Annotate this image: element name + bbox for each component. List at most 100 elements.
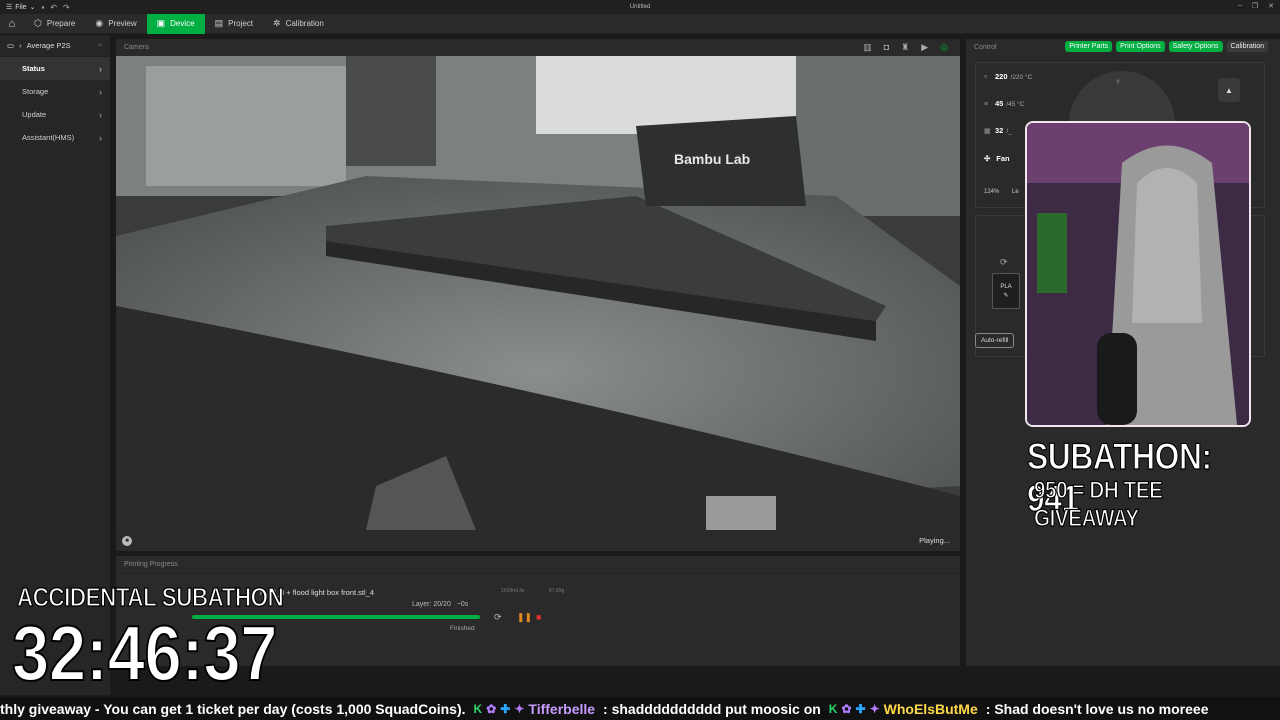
calibration-button[interactable]: Calibration: [1226, 41, 1268, 52]
tab-label: Prepare: [46, 19, 76, 28]
auto-refill-button[interactable]: Auto-refill: [975, 333, 1015, 348]
tab-label: Calibration: [285, 19, 324, 28]
chamber-icon: ▦: [984, 128, 991, 135]
redo-icon[interactable]: ↷: [63, 3, 70, 12]
maximize-icon[interactable]: ❐: [1252, 2, 1258, 10]
device-name: Average P2S: [26, 41, 71, 50]
bed-temp[interactable]: ≡ 45/45 °C: [984, 99, 1024, 108]
safety-options-button[interactable]: Safety Options: [1168, 41, 1223, 52]
tab-calibration[interactable]: ✲ Calibration: [263, 14, 334, 34]
timelapse-icon[interactable]: ♜: [901, 42, 909, 53]
camera-feed-image: Bambu Lab: [116, 56, 960, 530]
device-selector[interactable]: ▭ › Average P2S ≈: [0, 35, 110, 57]
menu-icon: ☰: [6, 4, 13, 11]
camera-header: Camera: [124, 44, 149, 51]
reprint-icon[interactable]: ⟳: [494, 612, 502, 623]
title-bar: ☰ File ⌄ ▪ ↶ ↷ Untitled – ❐ ✕: [0, 0, 1280, 14]
tab-project[interactable]: ▤ Project: [205, 14, 263, 34]
camera-icon[interactable]: ◘: [884, 42, 889, 53]
sidebar-item-label: Update: [22, 110, 47, 119]
ticker-message: : Shad doesn't love us no moreee: [985, 700, 1209, 717]
chevron-right-icon: ›: [99, 86, 102, 97]
speed-label: 124%: [984, 189, 1000, 195]
chevron-down-icon: ⌄: [29, 4, 36, 11]
ticker-message: thly giveaway - You can get 1 ticket per…: [0, 700, 466, 717]
layer-count: Layer: 20/20 ~0s: [412, 601, 469, 608]
print-state: Finished: [450, 625, 475, 632]
file-menu[interactable]: ☰ File ⌄: [6, 3, 36, 12]
emote-icon: ✚: [500, 701, 511, 716]
undo-icon[interactable]: ↶: [50, 3, 57, 12]
calibration-icon: ✲: [273, 18, 281, 28]
stop-icon[interactable]: ■: [536, 612, 541, 622]
tab-device[interactable]: ▣ Device: [146, 13, 205, 34]
emote-icon: K: [473, 701, 483, 716]
print-options-button[interactable]: Print Options: [1116, 41, 1165, 52]
chevron-right-icon: ›: [19, 41, 22, 50]
sidebar-item-label: Status: [22, 64, 45, 73]
sidebar-item-status[interactable]: Status ›: [0, 57, 110, 80]
emote-icon: ✦: [869, 701, 880, 716]
tab-label: Preview: [108, 19, 137, 28]
save-icon[interactable]: ▪: [41, 3, 44, 12]
emote-icon: ✚: [855, 701, 866, 716]
camera-panel: Camera ▥ ◘ ♜ ▶ ◎ Bambu Lab ■ Playing...: [116, 39, 960, 551]
ams-slot[interactable]: PLA ✎: [992, 273, 1020, 309]
webcam-overlay: [1025, 121, 1251, 427]
eye-icon: ◉: [95, 18, 104, 28]
refresh-icon[interactable]: ⟳: [1000, 257, 1008, 268]
home-icon[interactable]: ⌂: [0, 14, 24, 34]
emote-icon: ✿: [486, 701, 497, 716]
emote-icon: K: [828, 701, 838, 716]
tab-preview[interactable]: ◉ Preview: [85, 14, 146, 34]
stop-stream-icon[interactable]: ■: [122, 535, 132, 546]
tab-label: Project: [228, 19, 254, 28]
nozzle-temp[interactable]: ▿ 220/220 °C: [984, 72, 1032, 81]
project-icon: ▤: [214, 18, 224, 28]
cube-icon: ⬡: [34, 18, 42, 28]
pause-icon[interactable]: ❚❚: [517, 612, 532, 623]
chevron-right-icon: ›: [99, 63, 102, 74]
chat-username: Tifferbelle: [528, 700, 596, 717]
webcam-image: [1027, 123, 1249, 425]
close-icon[interactable]: ✕: [1268, 2, 1274, 10]
filament-weight: 87.89g: [549, 588, 565, 594]
live-status-icon[interactable]: ◎: [940, 42, 948, 53]
file-menu-label: File: [15, 3, 27, 11]
sidebar-item-update[interactable]: Update ›: [0, 103, 110, 126]
stream-status: Playing...: [919, 536, 950, 545]
jog-y-label: Y: [1116, 80, 1121, 86]
chevron-right-icon: ›: [99, 109, 102, 120]
subathon-timer: 32:46:37: [11, 608, 278, 698]
chat-username: WhoElsButMe: [883, 700, 978, 717]
chamber-temp[interactable]: ▦ 32/_: [984, 126, 1012, 135]
control-header: Control: [974, 44, 997, 51]
speed-control[interactable]: 124% Le: [984, 189, 1019, 195]
brand-text: Bambu Lab: [674, 151, 750, 167]
edit-icon: ✎: [1003, 292, 1009, 299]
sidebar-item-label: Storage: [22, 87, 49, 96]
fan-control[interactable]: ✣ Fan: [984, 154, 1010, 163]
wifi-icon: ≈: [98, 42, 102, 49]
camera-feed: Bambu Lab: [116, 56, 960, 530]
video-icon[interactable]: ▶: [921, 42, 928, 53]
time-estimate: 2h28m14s: [501, 588, 525, 594]
window-title: Untitled: [629, 4, 651, 10]
tab-label: Device: [170, 19, 195, 28]
main-tab-bar: ⌂ ⬡ Prepare ◉ Preview ▣ Device ▤ Project…: [0, 13, 1280, 34]
fan-icon: ✣: [984, 154, 991, 163]
bed-icon: ≡: [984, 101, 989, 108]
bed-up-button[interactable]: ▲: [1218, 78, 1240, 102]
device-icon: ▣: [156, 18, 166, 28]
chevron-right-icon: ›: [99, 132, 102, 143]
minimize-icon[interactable]: –: [1238, 2, 1242, 10]
emote-icon: ✦: [514, 701, 525, 716]
sidebar-item-assistant[interactable]: Assistant(HMS) ›: [0, 126, 110, 149]
progress-header: Printing Progress: [116, 556, 960, 574]
sidebar-item-storage[interactable]: Storage ›: [0, 80, 110, 103]
tab-prepare[interactable]: ⬡ Prepare: [24, 14, 85, 34]
giveaway-goal: 950 = DH TEE GIVEAWAY: [1033, 476, 1163, 532]
sidebar-item-label: Assistant(HMS): [22, 133, 75, 142]
printer-parts-button[interactable]: Printer Parts: [1065, 41, 1113, 52]
storage-icon[interactable]: ▥: [863, 42, 872, 53]
